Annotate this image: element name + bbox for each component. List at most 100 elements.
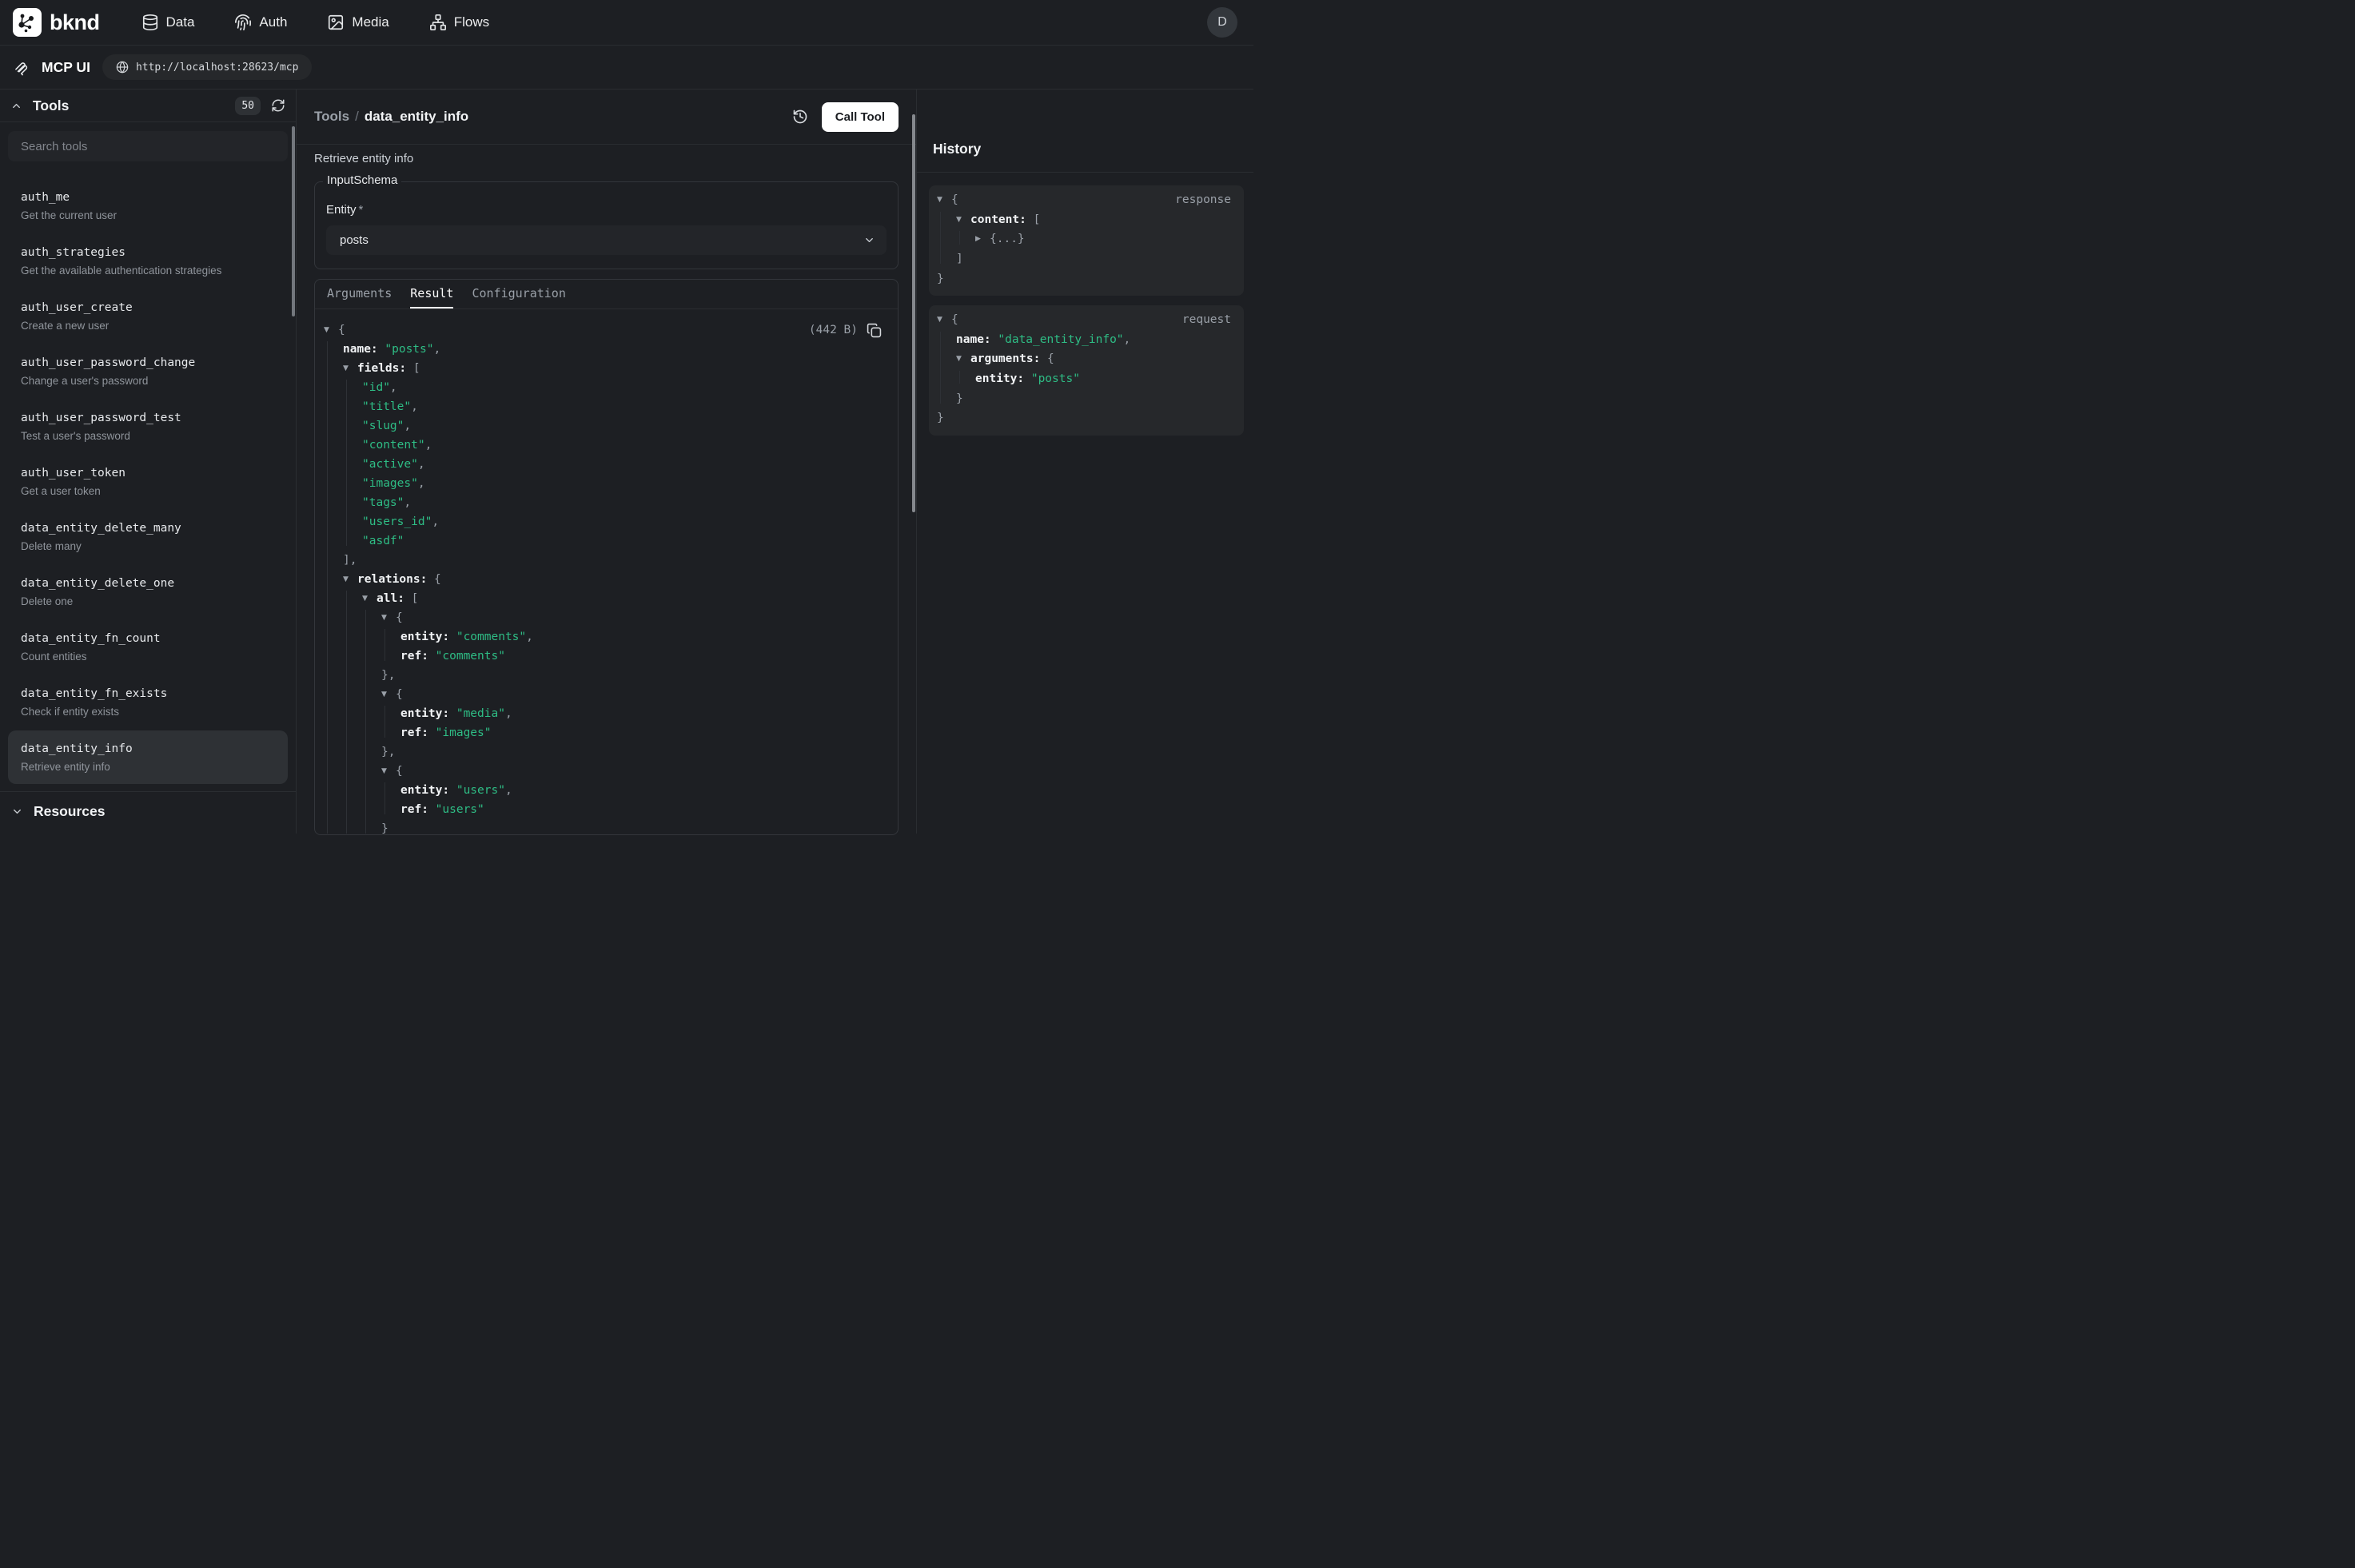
json-key: name: bbox=[956, 333, 998, 346]
entity-select[interactable]: posts bbox=[326, 225, 887, 255]
json-line: ], bbox=[324, 551, 885, 570]
sidebar-item-auth_user_password_change[interactable]: auth_user_password_changeChange a user's… bbox=[8, 344, 288, 398]
tree-toggle-icon[interactable]: ▼ bbox=[343, 364, 357, 372]
tree-toggle-icon[interactable]: ▼ bbox=[381, 767, 396, 775]
json-line: entity: "media", bbox=[324, 704, 885, 723]
json-punct: , bbox=[390, 381, 397, 394]
database-icon bbox=[141, 14, 159, 31]
tree-toggle-icon[interactable]: ▼ bbox=[381, 690, 396, 698]
sidebar-item-data_entity_fn_count[interactable]: data_entity_fn_countCount entities bbox=[8, 620, 288, 674]
tree-toggle-icon[interactable]: ▼ bbox=[343, 575, 357, 583]
json-key: arguments: bbox=[970, 352, 1047, 365]
sidebar-item-auth_strategies[interactable]: auth_strategiesGet the available authent… bbox=[8, 234, 288, 288]
collapse-tools-icon[interactable] bbox=[10, 100, 22, 112]
copy-icon[interactable] bbox=[867, 323, 882, 338]
history-header: History bbox=[917, 90, 1253, 173]
nav-item-media[interactable]: Media bbox=[327, 14, 389, 31]
main-scrollbar[interactable] bbox=[912, 114, 915, 512]
sidebar-item-auth_me[interactable]: auth_meGet the current user bbox=[8, 179, 288, 233]
search-input[interactable] bbox=[8, 131, 288, 161]
json-punct: [ bbox=[413, 362, 420, 375]
json-line: } bbox=[937, 408, 1234, 428]
tree-toggle-icon[interactable]: ▶ bbox=[975, 235, 990, 243]
mcp-url-pill[interactable]: http://localhost:28623/mcp bbox=[102, 54, 313, 80]
sidebar-item-data_entity_delete_many[interactable]: data_entity_delete_many Delete many bbox=[8, 510, 288, 563]
tool-name: auth_me bbox=[21, 189, 275, 206]
json-punct: { bbox=[434, 573, 441, 586]
nav-item-auth[interactable]: Auth bbox=[234, 14, 287, 31]
json-line: ▼{ bbox=[324, 608, 885, 627]
tool-name: data_entity_delete_one bbox=[21, 575, 275, 592]
json-punct: , bbox=[526, 631, 533, 643]
json-line: ref: "comments" bbox=[324, 647, 885, 666]
json-line: } bbox=[937, 388, 1234, 408]
tree-toggle-icon[interactable]: ▼ bbox=[937, 316, 951, 324]
json-key: content: bbox=[970, 213, 1034, 226]
breadcrumb-tools-link[interactable]: Tools bbox=[314, 109, 349, 125]
json-line: ▼arguments: { bbox=[937, 349, 1234, 369]
json-string-value: "title" bbox=[362, 400, 411, 413]
breadcrumb: Tools / data_entity_info bbox=[314, 109, 468, 125]
sidebar-item-auth_user_token[interactable]: auth_user_tokenGet a user token bbox=[8, 455, 288, 508]
brand-logo[interactable]: bknd bbox=[13, 8, 100, 37]
json-punct: , bbox=[505, 784, 512, 797]
tree-toggle-icon[interactable]: ▼ bbox=[937, 196, 951, 204]
json-line: ] bbox=[937, 249, 1234, 269]
fingerprint-icon bbox=[234, 14, 252, 31]
nav-item-data[interactable]: Data bbox=[141, 14, 195, 31]
history-entry-response[interactable]: ▼{response▼content: [▶{...}]} bbox=[929, 185, 1244, 296]
tab-arguments[interactable]: Arguments bbox=[327, 280, 392, 308]
json-punct: { bbox=[951, 193, 958, 206]
json-line: "users_id", bbox=[324, 512, 885, 531]
json-line: "images", bbox=[324, 474, 885, 493]
tab-configuration[interactable]: Configuration bbox=[472, 280, 565, 308]
tool-description: Count entities bbox=[21, 650, 275, 664]
main-nav: Data Auth Media Flows bbox=[141, 14, 490, 31]
tool-name: data_entity_delete_many bbox=[21, 519, 275, 537]
tree-toggle-icon[interactable]: ▼ bbox=[324, 326, 338, 334]
json-punct: , bbox=[434, 343, 441, 356]
sidebar-item-data_entity_fn_exists[interactable]: data_entity_fn_existsCheck if entity exi… bbox=[8, 675, 288, 729]
brand-name: bknd bbox=[50, 10, 100, 35]
tab-result[interactable]: Result bbox=[410, 280, 453, 308]
history-title: History bbox=[933, 141, 1237, 157]
nav-item-flows[interactable]: Flows bbox=[429, 14, 489, 31]
sidebar-item-data_entity_info[interactable]: data_entity_infoRetrieve entity info bbox=[8, 730, 288, 784]
history-icon[interactable] bbox=[792, 109, 808, 125]
chevron-down-icon bbox=[11, 806, 23, 818]
avatar[interactable]: D bbox=[1207, 7, 1237, 38]
sidebar-item-auth_user_password_test[interactable]: auth_user_password_testTest a user's pas… bbox=[8, 400, 288, 453]
json-line: "asdf" bbox=[324, 531, 885, 551]
sidebar-item-data_entity_delete_one[interactable]: data_entity_delete_oneDelete one bbox=[8, 565, 288, 619]
tree-toggle-icon[interactable]: ▼ bbox=[362, 595, 377, 603]
json-string-value: "active" bbox=[362, 458, 418, 471]
history-entry-request[interactable]: ▼{requestname: "data_entity_info",▼argum… bbox=[929, 305, 1244, 436]
indent-guide bbox=[940, 212, 941, 265]
entity-select-value: posts bbox=[340, 233, 369, 247]
json-string-value: "users" bbox=[436, 803, 484, 816]
indent-guide bbox=[959, 371, 960, 384]
json-punct: , bbox=[505, 707, 512, 720]
json-punct: , bbox=[1124, 333, 1131, 346]
refresh-tools-icon[interactable] bbox=[271, 98, 285, 113]
json-key: all: bbox=[377, 592, 412, 605]
sidebar-scrollbar[interactable] bbox=[292, 126, 295, 316]
json-line: "content", bbox=[324, 436, 885, 455]
sidebar-item-auth_user_create[interactable]: auth_user_createCreate a new user bbox=[8, 289, 288, 343]
json-line: ▼fields: [ bbox=[324, 359, 885, 378]
tree-toggle-icon[interactable]: ▼ bbox=[956, 216, 970, 224]
call-tool-button[interactable]: Call Tool bbox=[822, 102, 899, 132]
required-asterisk: * bbox=[359, 203, 364, 217]
tool-description: Delete many bbox=[21, 539, 275, 554]
json-line: name: "posts", bbox=[324, 340, 885, 359]
indent-guide bbox=[346, 380, 347, 546]
json-string-value: "images" bbox=[436, 726, 492, 739]
json-punct: , bbox=[432, 515, 439, 528]
json-line: entity: "posts" bbox=[937, 369, 1234, 389]
tree-toggle-icon[interactable]: ▼ bbox=[956, 355, 970, 363]
resources-section-header[interactable]: Resources bbox=[0, 791, 296, 831]
tree-toggle-icon[interactable]: ▼ bbox=[381, 614, 396, 622]
tool-name: data_entity_fn_exists bbox=[21, 685, 275, 702]
tool-description: Create a new user bbox=[21, 319, 275, 333]
json-string-value: "users" bbox=[456, 784, 505, 797]
